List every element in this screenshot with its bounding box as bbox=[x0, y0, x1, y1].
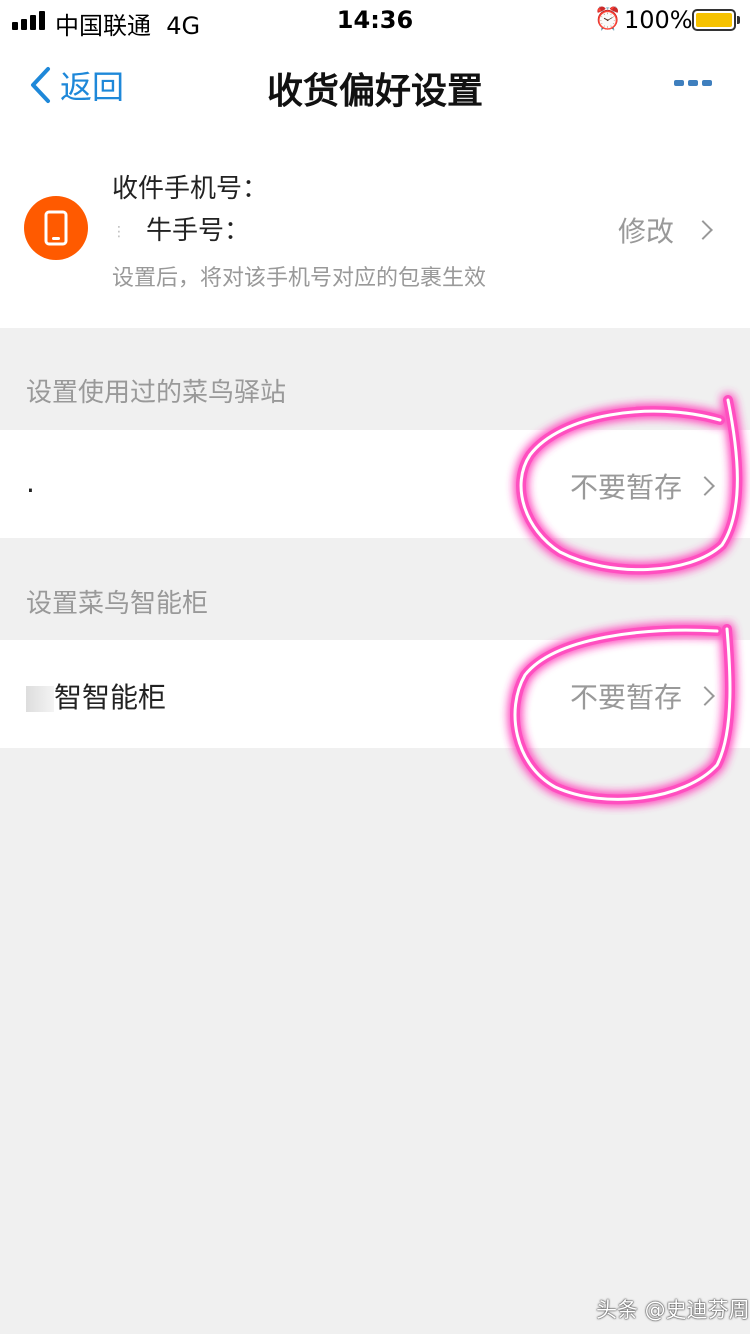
phone-value-text: 牛手号： bbox=[146, 216, 251, 246]
station-setting-value: 不要暂存 bbox=[570, 471, 683, 504]
nav-bar: 返回 收货偏好设置 bbox=[0, 40, 750, 130]
watermark: 头条 @史迪芬周 bbox=[596, 1298, 750, 1322]
locker-setting-value: 不要暂存 bbox=[570, 681, 683, 714]
station-row[interactable]: . 不要暂存 bbox=[0, 430, 750, 538]
stations-section-title: 设置使用过的菜鸟驿站 bbox=[26, 378, 287, 408]
modify-button[interactable]: 修改 bbox=[618, 210, 713, 250]
modify-label: 修改 bbox=[618, 215, 675, 248]
status-bar: 中国联通 4G 14:36 ⏰ 100% bbox=[0, 0, 750, 40]
station-name: . bbox=[26, 466, 35, 499]
locker-setting: 不要暂存 bbox=[570, 676, 715, 716]
station-setting: 不要暂存 bbox=[570, 466, 715, 506]
lockers-section-title: 设置菜鸟智能柜 bbox=[26, 589, 209, 619]
alarm-icon: ⏰ bbox=[594, 7, 622, 32]
battery-icon bbox=[692, 9, 740, 31]
battery-percent: 100% bbox=[624, 6, 693, 34]
page-title: 收货偏好设置 bbox=[266, 71, 483, 112]
locker-name: 智智能柜 bbox=[26, 676, 166, 716]
more-icon[interactable] bbox=[674, 80, 712, 86]
phone-label: 收件手机号： bbox=[112, 174, 269, 204]
phone-icon bbox=[24, 196, 88, 260]
chevron-right-icon bbox=[695, 476, 715, 496]
locker-name-text: 智智能柜 bbox=[54, 681, 167, 714]
locker-row[interactable]: 智智能柜 不要暂存 bbox=[0, 640, 750, 748]
phone-hint: 设置后，将对该手机号对应的包裹生效 bbox=[112, 266, 487, 291]
phone-value: ⋮ 牛手号： bbox=[112, 216, 251, 246]
chevron-right-icon bbox=[695, 686, 715, 706]
phone-card[interactable]: 收件手机号： ⋮ 牛手号： 设置后，将对该手机号对应的包裹生效 修改 bbox=[0, 130, 750, 328]
chevron-right-icon bbox=[693, 220, 713, 240]
